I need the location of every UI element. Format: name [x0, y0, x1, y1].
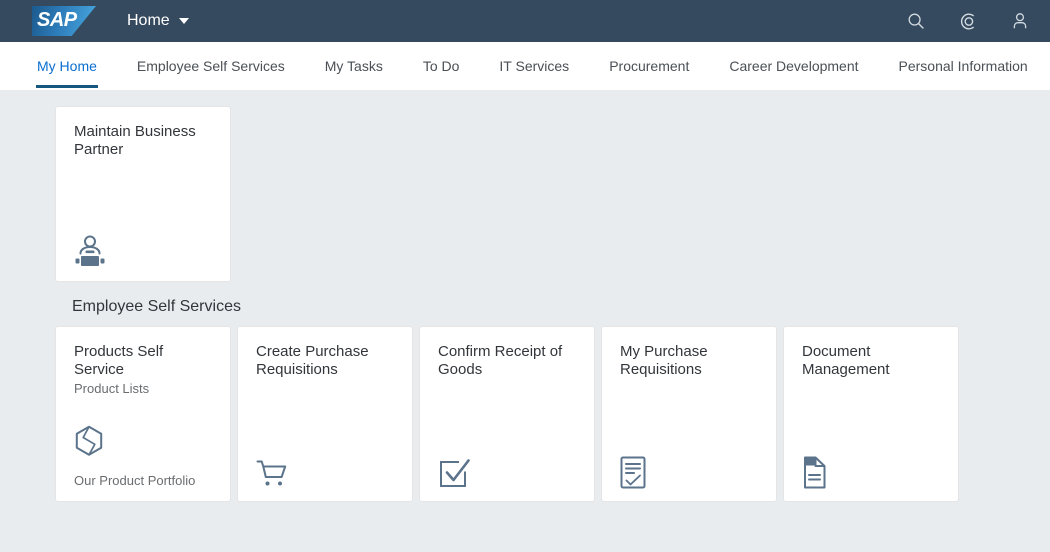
search-icon[interactable] [900, 5, 932, 37]
tile-document-management[interactable]: Document Management [783, 326, 959, 502]
tile-my-purchase-requisitions[interactable]: My Purchase Requisitions [601, 326, 777, 502]
tile-spacer [74, 397, 214, 417]
group-title: Employee Self Services [72, 298, 241, 315]
tab-label: Procurement [609, 58, 690, 74]
tab-employee-self-services[interactable]: Employee Self Services [136, 42, 286, 90]
tile-group-untitled: Maintain Business Partner [0, 90, 1050, 282]
document-page-icon [802, 447, 942, 489]
tile-spacer [74, 159, 214, 227]
shell-bar: SAP Home [0, 0, 1050, 42]
tab-personal-information[interactable]: Personal Information [898, 42, 1029, 90]
tab-to-do[interactable]: To Do [422, 42, 461, 90]
tile-spacer [802, 379, 942, 447]
product-box-icon [74, 417, 214, 459]
tile-title: Create Purchase Requisitions [256, 343, 369, 378]
tab-career-development[interactable]: Career Development [728, 42, 859, 90]
tile-row: Products Self Service Product Lists Our … [0, 326, 1050, 502]
shell-bar-left: SAP Home [0, 6, 195, 36]
home-menu-button[interactable]: Home [121, 8, 195, 34]
tab-label: Employee Self Services [136, 58, 285, 74]
business-partner-icon [74, 227, 214, 269]
tile-row: Maintain Business Partner [0, 90, 1050, 282]
tile-title: Products Self Service [74, 343, 164, 378]
home-menu-label: Home [127, 12, 170, 29]
tile-products-self-service[interactable]: Products Self Service Product Lists Our … [55, 326, 231, 502]
tile-confirm-receipt-of-goods[interactable]: Confirm Receipt of Goods [419, 326, 595, 502]
tab-label: Personal Information [898, 58, 1028, 74]
tile-spacer [438, 379, 578, 447]
sap-logo[interactable]: SAP [32, 6, 96, 36]
sap-logo-text: SAP [37, 9, 77, 31]
shopping-cart-icon [256, 447, 396, 489]
tab-it-services[interactable]: IT Services [498, 42, 570, 90]
shell-bar-actions [900, 5, 1036, 37]
tile-title: Confirm Receipt of Goods [438, 343, 563, 378]
tile-group-employee-self-services: Employee Self Services Products Self Ser… [0, 282, 1050, 502]
chevron-down-icon [178, 18, 189, 24]
tab-label: My Tasks [324, 58, 383, 74]
tab-my-tasks[interactable]: My Tasks [324, 42, 384, 90]
checkbox-check-icon [438, 447, 578, 489]
tile-maintain-business-partner[interactable]: Maintain Business Partner [55, 106, 231, 282]
tile-spacer [620, 379, 760, 447]
tab-my-home[interactable]: My Home [36, 42, 98, 90]
tile-title: Maintain Business Partner [74, 123, 196, 158]
tab-label: IT Services [499, 58, 570, 74]
tab-label: To Do [422, 58, 460, 74]
launchpad-content: Maintain Business Partner Employee Self … [0, 90, 1050, 552]
task-document-icon [620, 447, 760, 489]
tile-spacer [256, 379, 396, 447]
tile-footer: Our Product Portfolio [74, 473, 196, 488]
tab-procurement[interactable]: Procurement [608, 42, 690, 90]
navigation-tabs: My Home Employee Self Services My Tasks … [0, 42, 1050, 90]
user-avatar-icon[interactable] [1004, 5, 1036, 37]
tab-label: Career Development [729, 58, 859, 74]
tile-title: My Purchase Requisitions [620, 343, 708, 378]
tile-subtitle: Product Lists [74, 381, 150, 396]
tile-create-purchase-requisitions[interactable]: Create Purchase Requisitions [237, 326, 413, 502]
copilot-icon[interactable] [952, 5, 984, 37]
tile-title: Document Management [802, 343, 890, 378]
tab-label: My Home [37, 58, 97, 74]
